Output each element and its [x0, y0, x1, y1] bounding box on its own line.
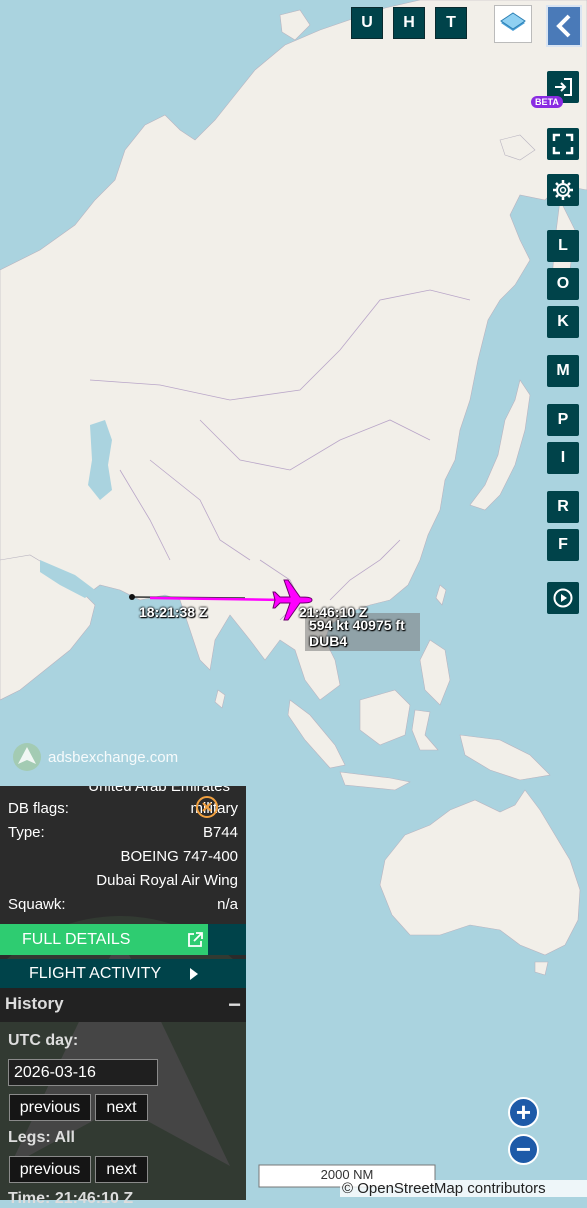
zoom-out-button[interactable]: −: [508, 1134, 539, 1165]
close-icon: [202, 802, 212, 812]
track-start-point: [129, 594, 135, 600]
toggle-p-button[interactable]: P: [547, 404, 579, 436]
gear-icon: [553, 180, 573, 200]
chevron-left-icon: [556, 14, 571, 38]
watermark-text: adsbexchange.com: [48, 748, 179, 766]
toggle-m-button[interactable]: M: [547, 355, 579, 387]
toggle-u-button[interactable]: U: [351, 7, 383, 39]
operator-row: Dubai Royal Air Wing: [96, 872, 238, 889]
toggle-l-button[interactable]: L: [547, 230, 579, 262]
toggle-h-button[interactable]: H: [393, 7, 425, 39]
adsbexchange-logo-icon: [13, 743, 41, 771]
track-start-time-label: 18:21:38 Z: [139, 604, 208, 620]
day-previous-button[interactable]: previous: [9, 1094, 91, 1121]
history-title: History: [5, 994, 64, 1013]
replay-button[interactable]: [547, 582, 579, 614]
legs-label: Legs: All: [8, 1129, 75, 1146]
external-link-icon: [188, 931, 203, 947]
toggle-r-button[interactable]: R: [547, 491, 579, 523]
type-row: Type: B744: [8, 824, 238, 841]
map-attribution: © OpenStreetMap contributors: [340, 1180, 587, 1197]
speed-altitude-label: 594 kt 40975 ft: [309, 617, 405, 633]
legs-previous-button[interactable]: previous: [9, 1156, 91, 1183]
legs-next-button[interactable]: next: [95, 1156, 148, 1183]
full-details-side-strip: [208, 924, 246, 955]
login-icon: [555, 78, 572, 96]
close-panel-button[interactable]: [196, 796, 218, 818]
replay-icon: [553, 588, 573, 608]
utc-day-input[interactable]: 2026-03-16: [8, 1059, 158, 1086]
collapse-sidebar-button[interactable]: [546, 5, 582, 47]
play-arrow-icon: [190, 967, 198, 980]
day-next-button[interactable]: next: [95, 1094, 148, 1121]
squawk-row: Squawk: n/a: [8, 896, 238, 913]
layers-button[interactable]: [494, 5, 532, 43]
fullscreen-button[interactable]: [547, 128, 579, 160]
layers-icon: [500, 12, 526, 31]
toggle-k-button[interactable]: K: [547, 306, 579, 338]
toggle-i-button[interactable]: I: [547, 442, 579, 474]
toggle-t-button[interactable]: T: [435, 7, 467, 39]
flight-activity-button[interactable]: FLIGHT ACTIVITY: [0, 959, 246, 988]
callsign-label: DUB4: [309, 633, 348, 649]
full-details-button[interactable]: FULL DETAILS: [0, 924, 208, 955]
history-header[interactable]: History −: [0, 988, 246, 1022]
fullscreen-icon: [552, 133, 574, 155]
toggle-o-button[interactable]: O: [547, 268, 579, 300]
country-value: United Arab Emirates: [88, 786, 230, 795]
adsbexchange-watermark: adsbexchange.com: [12, 742, 178, 772]
zoom-in-button[interactable]: +: [508, 1097, 539, 1128]
settings-button[interactable]: [547, 174, 579, 206]
collapse-icon[interactable]: −: [228, 992, 241, 1018]
history-time-label: Time: 21:46:10 Z: [8, 1190, 134, 1207]
utc-day-label: UTC day:: [8, 1032, 79, 1049]
beta-badge: BETA: [531, 96, 563, 108]
model-row: BOEING 747-400: [120, 848, 238, 865]
toggle-f-button[interactable]: F: [547, 529, 579, 561]
